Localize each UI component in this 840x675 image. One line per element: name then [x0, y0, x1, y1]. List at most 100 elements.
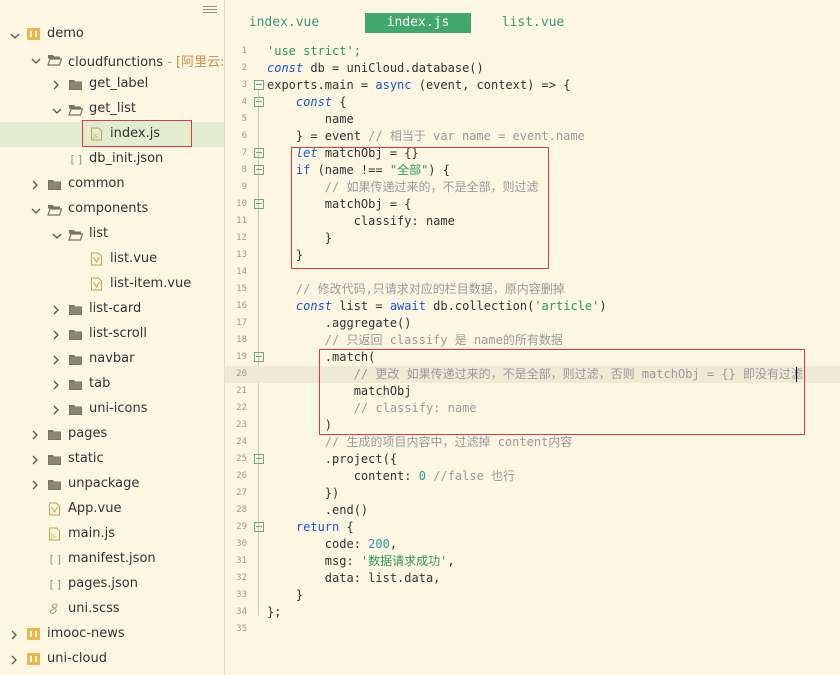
tree-item[interactable]: list-scroll: [0, 322, 224, 347]
code-line[interactable]: 34};: [225, 604, 840, 621]
tree-item-label: list: [89, 226, 109, 241]
chevron-right-icon[interactable]: [52, 79, 60, 90]
code-line[interactable]: 3 exports.main = async (event, context) =…: [225, 77, 840, 94]
chevron-right-icon[interactable]: [10, 629, 18, 640]
tree-item[interactable]: cloudfunctions - [阿里云:zk: [0, 47, 224, 72]
code-line[interactable]: 8 if (name !== "全部") {: [225, 162, 840, 179]
tree-item[interactable]: js main.js: [0, 522, 224, 547]
chevron-down-icon[interactable]: [52, 229, 62, 239]
fold-toggle-icon[interactable]: [254, 97, 264, 107]
fold-toggle-icon[interactable]: [254, 80, 264, 90]
chevron-right-icon[interactable]: [31, 429, 39, 440]
code-line[interactable]: 35: [225, 621, 840, 638]
code-line[interactable]: 17 .aggregate(): [225, 315, 840, 332]
code-line[interactable]: 29 return {: [225, 519, 840, 536]
chevron-down-icon[interactable]: [52, 104, 62, 114]
chevron-right-icon[interactable]: [31, 454, 39, 465]
chevron-right-icon[interactable]: [31, 479, 39, 490]
tree-item[interactable]: get_label: [0, 72, 224, 97]
chevron-down-icon[interactable]: [31, 54, 41, 64]
tree-item[interactable]: list.vue: [0, 247, 224, 272]
code-line[interactable]: 32 data: list.data,: [225, 570, 840, 587]
tree-item[interactable]: navbar: [0, 347, 224, 372]
code-line[interactable]: 25 .project({: [225, 451, 840, 468]
tree-item[interactable]: uni-icons: [0, 397, 224, 422]
code-line[interactable]: 26 content: 0 //false 也行: [225, 468, 840, 485]
tree-item-label: App.vue: [68, 501, 122, 516]
chevron-right-icon[interactable]: [52, 379, 60, 390]
line-number: 29: [236, 522, 247, 532]
tree-item[interactable]: common: [0, 172, 224, 197]
tree-item[interactable]: unpackage: [0, 472, 224, 497]
editor-tab[interactable]: index.vue: [243, 13, 325, 33]
code-line[interactable]: 13 }: [225, 247, 840, 264]
tree-item[interactable]: list-card: [0, 297, 224, 322]
code-line[interactable]: 21 matchObj: [225, 383, 840, 400]
code-line[interactable]: 14: [225, 264, 840, 281]
chevron-right-icon[interactable]: [52, 404, 60, 415]
tree-item[interactable]: components: [0, 197, 224, 222]
fold-toggle-icon[interactable]: [254, 352, 264, 362]
code-line[interactable]: 19 .match(: [225, 349, 840, 366]
code-line[interactable]: 27 }): [225, 485, 840, 502]
code-line[interactable]: 2 const db = uniCloud.database(): [225, 60, 840, 77]
code-line[interactable]: 6 } = event // 相当于 var name = event.name: [225, 128, 840, 145]
code-line[interactable]: 4 const {: [225, 94, 840, 111]
code-line[interactable]: 7 let matchObj = {}: [225, 145, 840, 162]
tree-item[interactable]: demo: [0, 22, 224, 47]
chevron-right-icon[interactable]: [31, 179, 39, 190]
tree-item[interactable]: uni-cloud: [0, 647, 224, 672]
code-line[interactable]: 30 code: 200,: [225, 536, 840, 553]
tree-item[interactable]: get_list: [0, 97, 224, 122]
tree-item[interactable]: [] manifest.json: [0, 547, 224, 572]
fold-toggle-icon[interactable]: [254, 148, 264, 158]
chevron-down-icon[interactable]: [31, 204, 41, 214]
chevron-right-icon[interactable]: [52, 304, 60, 315]
svg-text:[: [: [48, 578, 55, 591]
chevron-right-icon[interactable]: [52, 354, 60, 365]
code-line[interactable]: 15 // 修改代码,只请求对应的栏目数据，原内容删掉: [225, 281, 840, 298]
code-line[interactable]: 31 msg: '数据请求成功',: [225, 553, 840, 570]
tree-item[interactable]: imooc-news: [0, 622, 224, 647]
chevron-down-icon[interactable]: [10, 29, 20, 39]
code-line[interactable]: 23 ): [225, 417, 840, 434]
tree-item[interactable]: tab: [0, 372, 224, 397]
fold-toggle-icon[interactable]: [254, 522, 264, 532]
folder-icon: [68, 327, 83, 341]
line-number: 8: [241, 165, 247, 175]
folder-icon: [47, 452, 62, 466]
tree-item[interactable]: pages: [0, 422, 224, 447]
chevron-right-icon[interactable]: [10, 654, 18, 665]
code-line[interactable]: 33 }: [225, 587, 840, 604]
editor-tab[interactable]: list.vue: [487, 13, 579, 33]
code-line[interactable]: 20 // 更改 如果传递过来的，不是全部，则过滤，否则 matchObj = …: [225, 366, 840, 383]
chevron-right-icon[interactable]: [52, 329, 60, 340]
code-line[interactable]: 10 matchObj = {: [225, 196, 840, 213]
code-line[interactable]: 5 name: [225, 111, 840, 128]
code-line[interactable]: 16 const list = await db.collection('art…: [225, 298, 840, 315]
code-line[interactable]: 24 // 生成的项目内容中，过滤掉 content内容: [225, 434, 840, 451]
tree-item[interactable]: [] pages.json: [0, 572, 224, 597]
tree-item[interactable]: App.vue: [0, 497, 224, 522]
code-line[interactable]: 11 classify: name: [225, 213, 840, 230]
tree-item[interactable]: [] db_init.json: [0, 147, 224, 172]
tree-item[interactable]: static: [0, 447, 224, 472]
code-line[interactable]: 18 // 只返回 classify 是 name的所有数据: [225, 332, 840, 349]
tree-item[interactable]: js index.js: [0, 122, 224, 147]
code-line[interactable]: 12 }: [225, 230, 840, 247]
tree-item-label: list-item.vue: [110, 276, 192, 291]
tree-item[interactable]: uni.scss: [0, 597, 224, 622]
code-text: exports.main = async (event, context) =>…: [267, 78, 571, 92]
code-line[interactable]: 1 'use strict';: [225, 43, 840, 60]
code-line[interactable]: 9 // 如果传递过来的，不是全部，则过滤: [225, 179, 840, 196]
tree-item[interactable]: list-item.vue: [0, 272, 224, 297]
fold-toggle-icon[interactable]: [254, 454, 264, 464]
editor-tab[interactable]: index.js: [365, 13, 471, 33]
code-line[interactable]: 22 // classify: name: [225, 400, 840, 417]
fold-toggle-icon[interactable]: [254, 165, 264, 175]
tree-item[interactable]: list: [0, 222, 224, 247]
code-line[interactable]: 28 .end(): [225, 502, 840, 519]
sidebar-menu-icon[interactable]: [203, 4, 217, 14]
line-number: 28: [236, 505, 247, 515]
fold-toggle-icon[interactable]: [254, 199, 264, 209]
